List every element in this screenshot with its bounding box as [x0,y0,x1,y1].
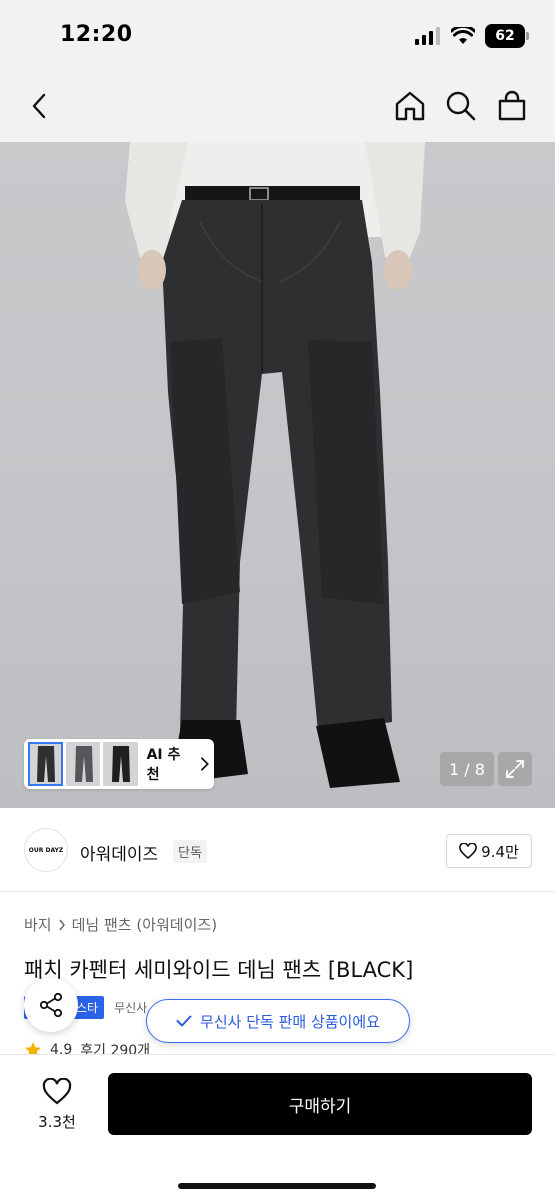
chevron-left-icon [32,93,46,119]
home-button[interactable] [388,84,432,128]
image-page-indicator: 1 / 8 [440,752,494,786]
back-button[interactable] [18,84,62,128]
wifi-icon [451,27,475,44]
brand-logo[interactable]: OUR DAYZ [24,828,68,872]
thumbnail-1[interactable] [28,742,63,786]
wishlist-count: 3.3천 [38,1113,76,1131]
musinsa-badge: 무신사 [114,1001,148,1015]
share-icon [39,992,63,1018]
brand-name[interactable]: 아워데이즈 [80,840,158,865]
thumbnail-2[interactable] [65,742,101,786]
search-button[interactable] [439,84,483,128]
product-title: 패치 카펜터 세미와이드 데님 팬츠 [BLACK] [24,958,414,982]
thumbnail-3[interactable] [103,742,138,786]
heart-icon [459,843,477,859]
toast-text: 무신사 단독 판매 상품이에요 [200,1012,380,1031]
home-icon [395,91,425,121]
check-icon [176,1015,192,1027]
chevron-right-icon [201,757,210,771]
cart-button[interactable] [490,84,534,128]
exclusive-tag: 단독 [173,840,207,863]
battery-level: 62 [495,28,515,44]
brand-row: OUR DAYZ 아워데이즈 단독 9.4만 [0,808,555,892]
status-icons: 62 [415,24,529,48]
wishlist-button[interactable]: 3.3천 [24,1069,90,1141]
ai-recommend-label: AI 추천 [146,747,181,783]
search-icon [446,91,476,121]
share-button[interactable] [24,978,78,1032]
expand-image-button[interactable] [498,752,532,786]
brand-like-button[interactable]: 9.4만 [446,834,532,868]
heart-icon [42,1078,72,1105]
ai-recommend-thumbnails[interactable]: AI 추천 [24,739,214,789]
nav-bar [0,70,555,142]
signal-icon [415,27,440,45]
shopping-bag-icon [498,90,526,121]
expand-icon [506,760,524,778]
jeans-photo [125,142,425,788]
bottom-action-bar: 3.3천 구매하기 [0,1054,555,1200]
breadcrumb-subcategory[interactable]: 데님 팬츠 (아워데이즈) [72,914,217,935]
brand-logo-text: OUR DAYZ [28,846,64,854]
home-indicator [178,1183,376,1189]
breadcrumb-category[interactable]: 바지 [24,914,52,935]
status-bar: 12:20 62 [0,0,555,70]
buy-button[interactable]: 구매하기 [108,1073,532,1135]
battery-indicator: 62 [485,24,529,48]
brand-like-count: 9.4만 [481,842,519,861]
chevron-right-icon [59,919,65,930]
exclusive-toast: 무신사 단독 판매 상품이에요 [146,999,410,1043]
product-image[interactable]: AI 추천 1 / 8 [0,142,555,808]
status-time: 12:20 [60,22,133,47]
breadcrumb: 바지 데님 팬츠 (아워데이즈) [24,914,217,935]
